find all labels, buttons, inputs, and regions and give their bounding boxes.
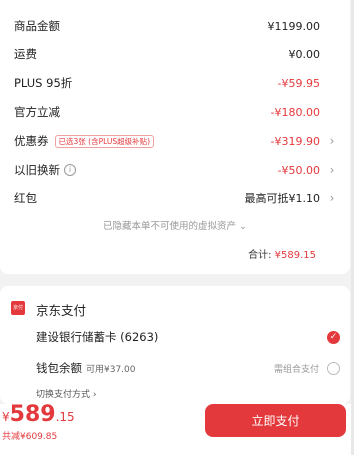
row-trade-in[interactable]: 以旧换新 i -¥50.00 › [14,160,338,180]
wallet-available: 可用¥37.00 [86,364,136,375]
payment-title: 京东支付 [36,303,87,318]
coupon-badge: 已选3张 (含PLUS超级补贴) [54,134,155,148]
combo-hint: 需组合支付 [273,364,319,375]
bank-card-label: 建设银行储蓄卡 (6263) [36,330,159,344]
total-amount: ¥589.15 [274,250,316,261]
total-line: 合计: ¥589.15 [248,246,316,261]
info-icon[interactable]: i [64,164,76,176]
row-value: 最高可抵¥1.10 [244,192,321,205]
wallet-label: 钱包余额 [36,361,82,375]
chevron-right-icon: › [329,191,335,205]
row-goods-amount: 商品金额 ¥1199.00 [14,16,338,36]
selected-check-icon[interactable]: ✓ [327,330,340,344]
row-shipping: 运费 ¥0.00 [14,44,338,64]
bank-card-option[interactable]: 建设银行储蓄卡 (6263) ✓ [36,329,340,345]
final-amount: ¥589.15 [2,402,75,427]
row-label: 优惠券 [14,134,49,148]
wallet-option[interactable]: 钱包余额 可用¥37.00 需组合支付 [36,360,340,376]
row-value: ¥1199.00 [267,19,321,33]
total-label: 合计: [248,250,272,261]
unselected-radio-icon[interactable] [327,361,340,375]
amount-decimal: .15 [55,410,75,424]
hidden-assets-text: 已隐藏本单不可使用的虚拟资产 [102,221,236,232]
switch-payment-method[interactable]: 切换支付方式 › [36,387,97,400]
row-label: 红包 [14,191,37,205]
currency-symbol: ¥ [2,410,10,424]
row-label: 以旧换新 [14,163,60,177]
row-value: -¥180.00 [270,105,320,119]
row-plus-discount: PLUS 95折 -¥59.95 [14,73,338,93]
amount-integer: 589 [9,402,56,427]
row-label: 商品金额 [14,19,60,33]
row-value: -¥50.00 [277,163,320,177]
switch-method-label: 切换支付方式 [36,390,91,400]
row-value: -¥59.95 [277,76,320,90]
row-value: ¥0.00 [288,47,321,61]
total-savings: 共减¥609.85 [2,432,58,442]
row-red-packet[interactable]: 红包 最高可抵¥1.10 › [14,188,338,208]
order-summary-card: 商品金额 ¥1199.00 运费 ¥0.00 PLUS 95折 -¥59.95 … [0,0,350,274]
chevron-right-icon: › [329,163,335,177]
row-label: 运费 [14,47,37,61]
row-value: -¥319.90 [270,134,320,148]
jd-pay-icon: 京付 [11,301,25,315]
chevron-right-icon: › [92,390,97,400]
hidden-assets-toggle[interactable]: 已隐藏本单不可使用的虚拟资产 ⌄ [0,218,350,232]
row-label: 官方立减 [14,105,60,119]
chevron-right-icon: › [329,134,335,148]
row-official-discount: 官方立减 -¥180.00 [14,102,338,122]
row-coupons[interactable]: 优惠券 已选3张 (含PLUS超级补贴) -¥319.90 › [14,131,338,151]
chevron-down-icon: ⌄ [239,221,247,232]
row-label: PLUS 95折 [14,76,73,90]
pay-now-button[interactable]: 立即支付 [205,404,346,437]
